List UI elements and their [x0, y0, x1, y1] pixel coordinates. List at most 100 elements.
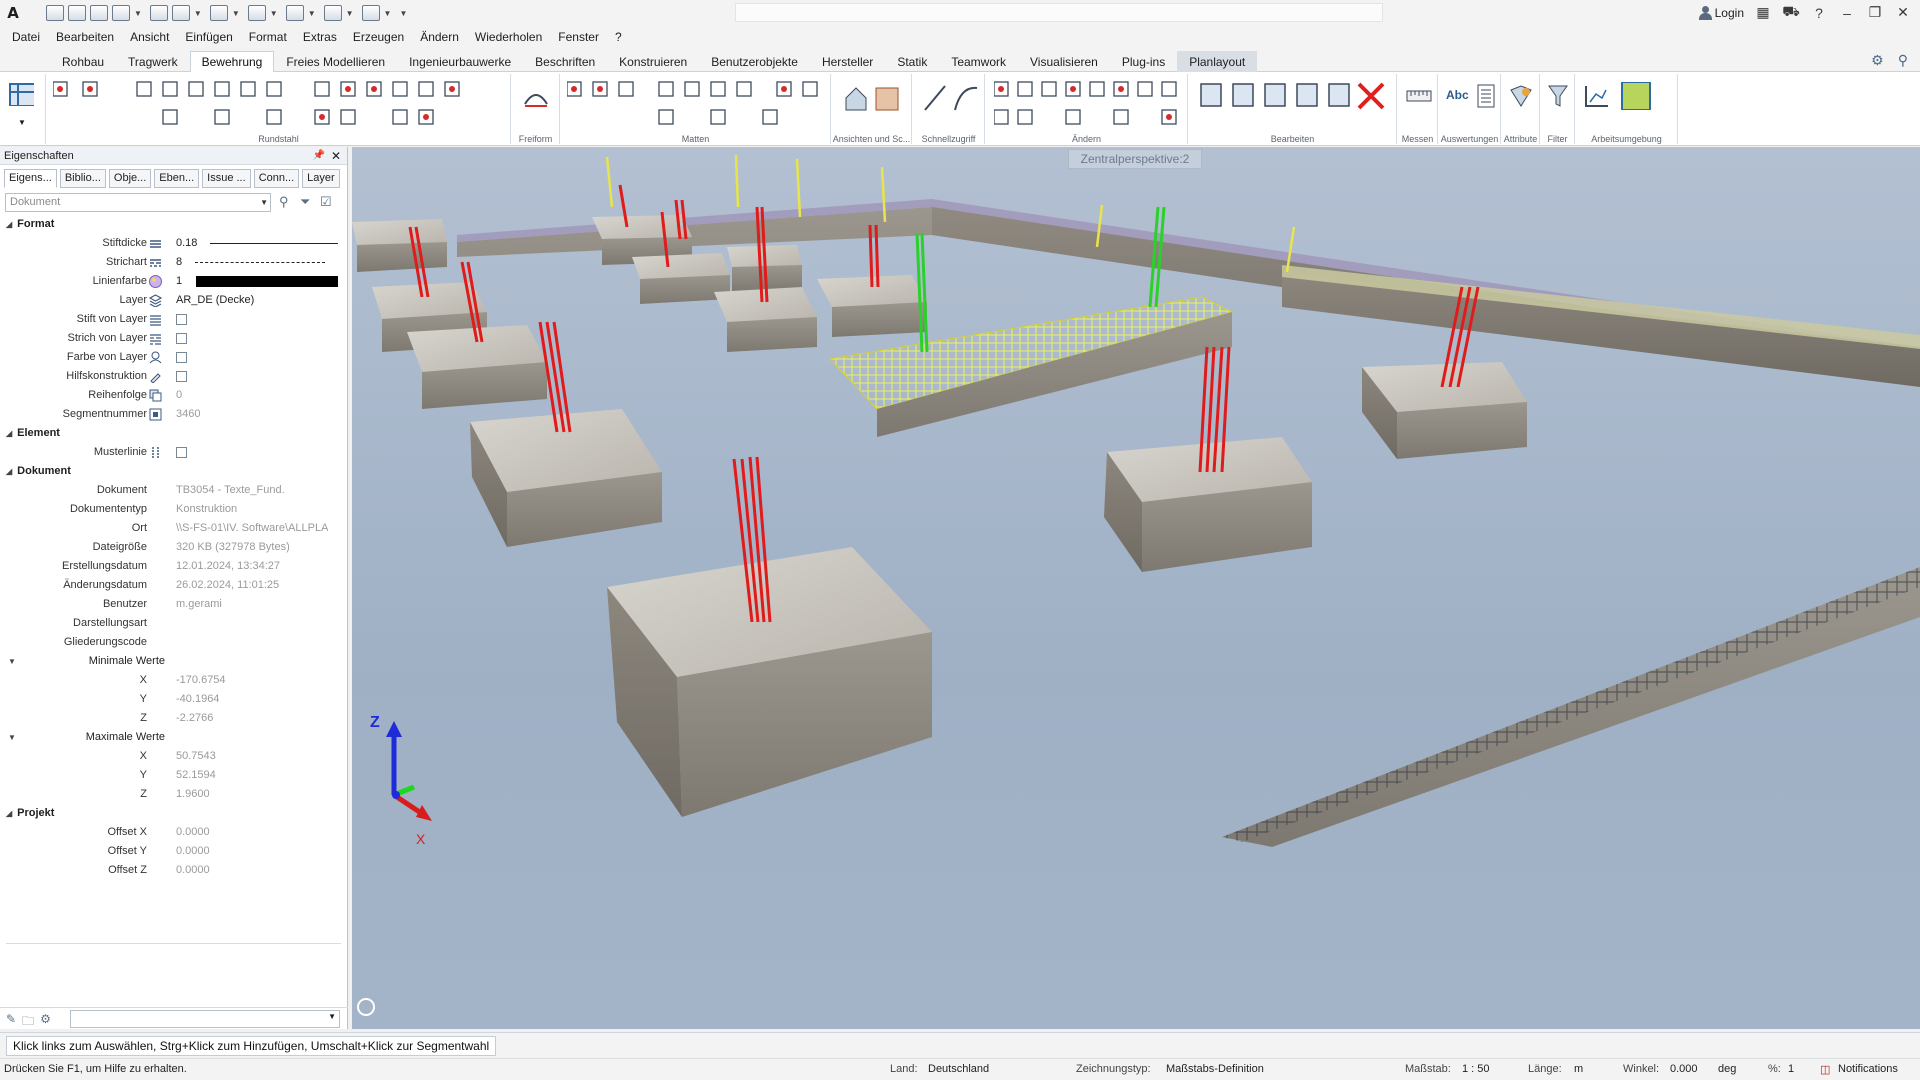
- folder-icon[interactable]: 🗀: [22, 1012, 34, 1033]
- text-abc-icon[interactable]: Abc: [1446, 88, 1469, 102]
- menu-einfuegen[interactable]: Einfügen: [185, 30, 232, 44]
- grid-icon[interactable]: ▦: [1754, 4, 1772, 21]
- help-icon[interactable]: ?: [1810, 5, 1828, 21]
- quick-access-icon[interactable]: [921, 82, 981, 114]
- tab-visualisieren[interactable]: Visualisieren: [1018, 51, 1110, 73]
- settings-icon[interactable]: ⚙: [1871, 52, 1884, 69]
- filter-icon[interactable]: ⏷: [300, 194, 310, 210]
- subsection-minimale-werte[interactable]: ▼ Minimale Werte: [0, 652, 347, 671]
- menu-wiederholen[interactable]: Wiederholen: [475, 30, 542, 44]
- tab-ebenen[interactable]: Eben...: [154, 169, 200, 188]
- tab-bibliothek[interactable]: Biblio...: [59, 169, 106, 188]
- tab-konstruieren[interactable]: Konstruieren: [607, 51, 699, 73]
- section-projekt[interactable]: ◢ Projekt: [0, 804, 347, 823]
- chevron-down-icon[interactable]: ▼: [270, 9, 278, 18]
- measure-icon[interactable]: [1406, 88, 1432, 104]
- app-logo[interactable]: A: [0, 2, 26, 24]
- matten-tools-icon[interactable]: [567, 80, 827, 130]
- rundstahl-tools-icon[interactable]: [53, 80, 503, 130]
- prop-layer[interactable]: Layer AR_DE (Decke): [0, 291, 347, 310]
- new-icon[interactable]: [46, 5, 64, 21]
- footing-small[interactable]: [352, 219, 447, 272]
- customize-icon[interactable]: ▼: [399, 9, 407, 18]
- prop-strichart[interactable]: Strichart 8: [0, 253, 347, 272]
- status-winkel[interactable]: 0.000: [1670, 1063, 1698, 1075]
- menu-erzeugen[interactable]: Erzeugen: [353, 30, 404, 44]
- login-button[interactable]: Login: [1698, 5, 1744, 20]
- tab-eigenschaften[interactable]: Eigens...: [4, 169, 57, 188]
- 3d-viewport[interactable]: Z X Zentralperspektive:2: [352, 147, 1920, 1029]
- open-icon[interactable]: [68, 5, 86, 21]
- tab-beschriften[interactable]: Beschriften: [523, 51, 607, 73]
- prop-strich-von-layer[interactable]: Strich von Layer: [0, 329, 347, 348]
- favorite-combo[interactable]: ▼: [70, 1010, 340, 1028]
- tab-issue[interactable]: Issue ...: [202, 169, 251, 188]
- tab-rohbau[interactable]: Rohbau: [50, 51, 116, 73]
- prop-musterlinie[interactable]: Musterlinie: [0, 443, 347, 462]
- close-icon[interactable]: ✕: [331, 147, 341, 165]
- stift-von-layer-checkbox[interactable]: [176, 314, 187, 325]
- menu-help[interactable]: ?: [615, 30, 622, 44]
- minimize-icon[interactable]: –: [1838, 5, 1856, 21]
- tab-plug-ins[interactable]: Plug-ins: [1110, 51, 1177, 73]
- view-section-icon[interactable]: [842, 82, 906, 114]
- menu-format[interactable]: Format: [249, 30, 287, 44]
- chevron-down-icon[interactable]: ▼: [308, 9, 316, 18]
- prop-hilfskonstruktion[interactable]: Hilfskonstruktion: [0, 367, 347, 386]
- save-icon[interactable]: [90, 5, 108, 21]
- prop-stift-von-layer[interactable]: Stift von Layer: [0, 310, 347, 329]
- musterlinie-checkbox[interactable]: [176, 447, 187, 458]
- chevron-down-icon[interactable]: ▼: [134, 9, 142, 18]
- farbe-von-layer-checkbox[interactable]: [176, 352, 187, 363]
- menu-fenster[interactable]: Fenster: [558, 30, 599, 44]
- search-icon[interactable]: ⚲: [1898, 52, 1908, 69]
- navigation-icon[interactable]: [357, 998, 375, 1016]
- status-notifications[interactable]: Notifications: [1838, 1063, 1898, 1075]
- document-icon[interactable]: [112, 5, 130, 21]
- status-zeichnungstyp[interactable]: Maßstabs-Definition: [1166, 1063, 1264, 1075]
- select-icon[interactable]: [285, 5, 304, 21]
- model-scene[interactable]: Z X: [352, 147, 1920, 1029]
- hilfskonstruktion-checkbox[interactable]: [176, 371, 187, 382]
- tab-objekte[interactable]: Obje...: [108, 169, 152, 188]
- section-format[interactable]: ◢ Format: [0, 215, 347, 234]
- cart-icon[interactable]: ⛟: [1782, 3, 1800, 22]
- menu-aendern[interactable]: Ändern: [420, 30, 459, 44]
- prop-stiftdicke[interactable]: Stiftdicke 0.18: [0, 234, 347, 253]
- footing-small[interactable]: [632, 253, 730, 304]
- close-icon[interactable]: ✕: [1894, 4, 1912, 21]
- subsection-maximale-werte[interactable]: ▼ Maximale Werte: [0, 728, 347, 747]
- chevron-down-icon[interactable]: ▼: [346, 9, 354, 18]
- prop-farbe-von-layer[interactable]: Farbe von Layer: [0, 348, 347, 367]
- status-prozent[interactable]: 1: [1788, 1063, 1794, 1075]
- tab-teamwork[interactable]: Teamwork: [939, 51, 1018, 73]
- notifications-icon[interactable]: ◫: [1820, 1063, 1830, 1076]
- restore-icon[interactable]: ❐: [1866, 4, 1884, 21]
- print-icon[interactable]: [149, 5, 168, 21]
- chevron-down-icon[interactable]: ▼: [194, 9, 202, 18]
- tab-connect[interactable]: Conn...: [253, 169, 300, 188]
- undo-icon[interactable]: [171, 5, 190, 21]
- attribute-icon[interactable]: [1508, 84, 1534, 108]
- modify-tools-icon[interactable]: [994, 80, 1184, 130]
- menu-extras[interactable]: Extras: [303, 30, 337, 44]
- zoom-search-icon[interactable]: ⚲: [279, 194, 289, 210]
- mesh-beam-bottom[interactable]: [1222, 567, 1920, 847]
- status-laenge[interactable]: m: [1574, 1063, 1583, 1075]
- status-winkel-unit[interactable]: deg: [1718, 1063, 1736, 1075]
- footing-left-3[interactable]: [470, 409, 662, 547]
- object-filter-combo[interactable]: Dokument ▼: [5, 193, 271, 212]
- freeform-icon[interactable]: [522, 84, 550, 112]
- window-icon[interactable]: [323, 5, 342, 21]
- section-element[interactable]: ◢ Element: [0, 424, 347, 443]
- prop-segmentnummer[interactable]: Segmentnummer 3460: [0, 405, 347, 424]
- tab-benutzerobjekte[interactable]: Benutzerobjekte: [699, 51, 810, 73]
- gear-icon[interactable]: ⚙: [40, 1012, 51, 1033]
- footing-main[interactable]: [607, 547, 932, 817]
- tab-bewehrung[interactable]: Bewehrung: [189, 51, 275, 73]
- menu-ansicht[interactable]: Ansicht: [130, 30, 169, 44]
- tab-layer[interactable]: Layer: [302, 169, 340, 188]
- report-icon[interactable]: [1477, 84, 1495, 108]
- work-environment-icon[interactable]: [1582, 82, 1652, 110]
- tab-statik[interactable]: Statik: [885, 51, 939, 73]
